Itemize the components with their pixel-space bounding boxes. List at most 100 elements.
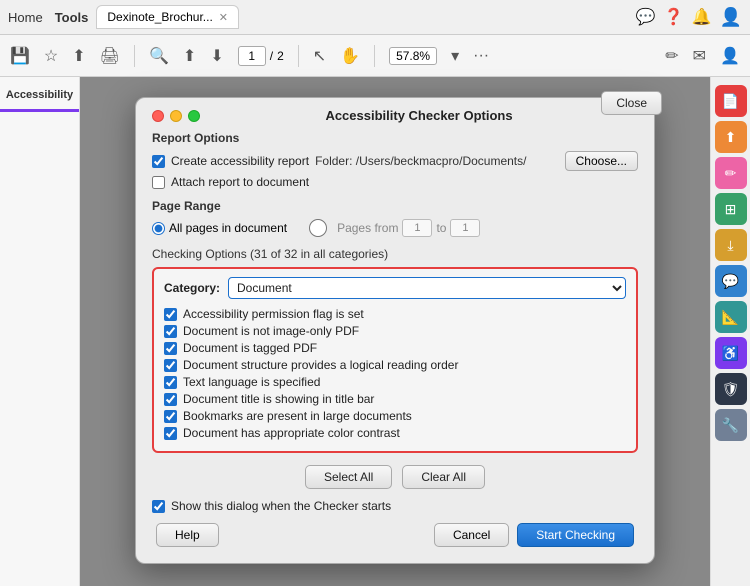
check-item-3-checkbox[interactable] [164,359,177,372]
traffic-light-close[interactable] [152,110,164,122]
left-panel: Accessibility [0,77,80,586]
share-icon[interactable]: 👤 [720,46,740,66]
dialog-title: Accessibility Checker Options [200,108,638,123]
choose-button[interactable]: Choose... [565,151,638,171]
help-button[interactable]: Help [156,523,219,547]
category-select[interactable]: Document [228,277,626,299]
attach-report-checkbox[interactable] [152,176,165,189]
tab-close-icon[interactable]: ✕ [219,11,228,24]
bell-icon[interactable]: 🔔 [692,7,712,27]
traffic-light-minimize[interactable] [170,110,182,122]
browser-tabs-bar: Home Tools Dexinote_Brochur... ✕ 💬 ❓ 🔔 👤 [0,0,750,35]
help-icon[interactable]: ❓ [664,7,684,27]
select-all-button[interactable]: Select All [305,465,392,489]
email-icon[interactable]: ✉ [693,46,706,66]
create-report-row: Create accessibility report Folder: /Use… [152,151,638,171]
zoom-out-icon[interactable]: 🔍 [149,46,169,66]
zoom-arrow-icon[interactable]: ▾ [451,46,459,66]
page-number-input[interactable] [238,46,266,66]
bookmark-icon[interactable]: ☆ [44,46,58,66]
clear-all-button[interactable]: Clear All [402,465,485,489]
chat-icon[interactable]: 💬 [636,7,656,27]
check-item-0-checkbox[interactable] [164,308,177,321]
create-report-label: Create accessibility report [171,154,309,168]
all-pages-label: All pages in document [169,221,287,235]
page-nav: / 2 [238,46,284,66]
sidebar-organize-icon[interactable]: ⊞ [715,193,747,225]
print-icon[interactable]: 🖨 [100,46,120,66]
attach-report-label: Attach report to document [171,175,309,189]
user-avatar[interactable]: 👤 [720,7,742,28]
annotate-icon[interactable]: ✏ [665,46,678,66]
tab-label: Dexinote_Brochur... [107,10,212,24]
export-icon-symbol: ⬆ [725,129,737,146]
compress-icon-symbol: ⤓ [727,237,733,254]
sidebar-form-icon[interactable]: ✏ [715,157,747,189]
cancel-button[interactable]: Cancel [434,523,509,547]
sidebar-pdf-icon[interactable]: 📄 [715,85,747,117]
save-icon[interactable]: 💾 [10,46,30,66]
all-pages-radio-group: All pages in document [152,221,287,235]
upload-icon[interactable]: ⬆ [72,46,85,66]
toolbar-divider-1 [134,45,135,67]
check-item-5-checkbox[interactable] [164,393,177,406]
sidebar-accessibility-icon[interactable]: ♿ [715,337,747,369]
close-panel-container: Close [601,91,662,115]
check-item-7-label: Document has appropriate color contrast [183,426,400,440]
sidebar-compress-icon[interactable]: ⤓ [715,229,747,261]
category-box: Category: Document Accessibility permiss… [152,267,638,453]
accessibility-icon-symbol: ♿ [722,345,739,362]
dialog-titlebar: Accessibility Checker Options [136,98,654,131]
prev-page-icon[interactable]: ⬆ [183,46,196,66]
check-item-7-checkbox[interactable] [164,427,177,440]
check-item-4-label: Text language is specified [183,375,320,389]
pages-from-input[interactable] [402,219,432,237]
sidebar-tools-icon[interactable]: 🔧 [715,409,747,441]
check-item-4: Text language is specified [164,375,626,389]
main-layout: Accessibility Close Accessibility Checke… [0,77,750,586]
toolbar-divider-2 [298,45,299,67]
category-label: Category: [164,281,220,295]
home-tab[interactable]: Home [8,10,43,25]
pages-from-radio[interactable] [303,219,333,237]
traffic-light-maximize[interactable] [188,110,200,122]
attach-report-row: Attach report to document [152,175,638,189]
category-row: Category: Document [164,277,626,299]
document-tab[interactable]: Dexinote_Brochur... ✕ [96,5,239,29]
more-options-icon[interactable]: ··· [473,47,489,65]
next-page-icon[interactable]: ⬇ [210,46,223,66]
right-buttons: Cancel Start Checking [434,523,634,547]
check-item-6: Bookmarks are present in large documents [164,409,626,423]
sidebar-comment-icon[interactable]: 💬 [715,265,747,297]
cursor-icon[interactable]: ↖ [313,46,326,66]
check-item-7: Document has appropriate color contrast [164,426,626,440]
close-panel-button[interactable]: Close [601,91,662,115]
create-report-checkbox[interactable] [152,155,165,168]
check-item-1-checkbox[interactable] [164,325,177,338]
zoom-level[interactable]: 57.8% [389,47,437,65]
check-item-2: Document is tagged PDF [164,341,626,355]
show-dialog-checkbox[interactable] [152,500,165,513]
folder-path: Folder: /Users/beckmacpro/Documents/ [315,154,559,168]
check-item-5: Document title is showing in title bar [164,392,626,406]
check-item-0-label: Accessibility permission flag is set [183,307,364,321]
security-icon-symbol: 🛡 [722,381,740,398]
comment-icon-symbol: 💬 [722,273,739,290]
start-checking-button[interactable]: Start Checking [517,523,634,547]
toolbar-divider-3 [374,45,375,67]
tools-tab[interactable]: Tools [55,10,89,25]
right-sidebar: 📄 ⬆ ✏ ⊞ ⤓ 💬 📐 ♿ 🛡 🔧 [710,77,750,586]
show-dialog-label: Show this dialog when the Checker starts [171,499,391,513]
hand-icon[interactable]: ✋ [340,46,360,66]
tools-icon-symbol: 🔧 [722,417,739,434]
check-item-4-checkbox[interactable] [164,376,177,389]
pages-from-group: Pages from to [303,219,480,237]
check-item-2-checkbox[interactable] [164,342,177,355]
sidebar-export-icon[interactable]: ⬆ [715,121,747,153]
sidebar-measure-icon[interactable]: 📐 [715,301,747,333]
sidebar-security-icon[interactable]: 🛡 [715,373,747,405]
all-pages-radio[interactable] [152,222,165,235]
check-item-6-checkbox[interactable] [164,410,177,423]
pages-to-input[interactable] [450,219,480,237]
page-range-label: Page Range [152,199,638,213]
